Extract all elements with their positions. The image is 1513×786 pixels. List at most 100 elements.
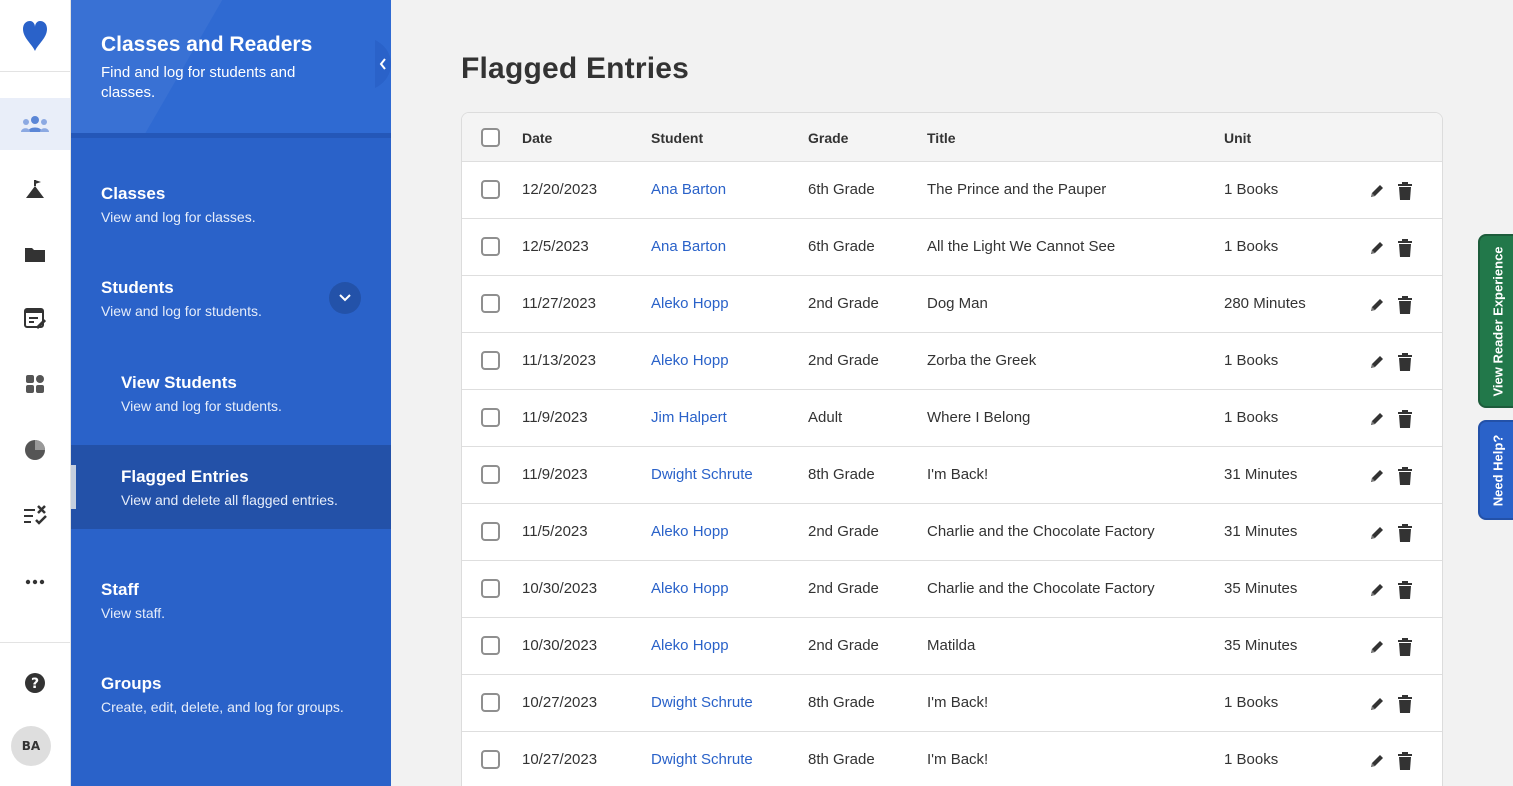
row-checkbox[interactable] bbox=[481, 294, 500, 313]
delete-trash-icon[interactable] bbox=[1396, 182, 1414, 200]
cell-title: Charlie and the Chocolate Factory bbox=[927, 580, 1155, 597]
delete-trash-icon[interactable] bbox=[1396, 752, 1414, 770]
cell-unit: 31 Minutes bbox=[1224, 466, 1298, 483]
page-title: Flagged Entries bbox=[461, 52, 690, 85]
select-all-checkbox[interactable] bbox=[481, 128, 500, 147]
row-checkbox[interactable] bbox=[481, 408, 500, 427]
student-link[interactable]: Aleko Hopp bbox=[651, 580, 729, 597]
panel-title: Classes and Readers bbox=[101, 33, 313, 56]
nav-item-groups[interactable]: Groups Create, edit, delete, and log for… bbox=[71, 660, 391, 732]
column-header-unit[interactable]: Unit bbox=[1224, 130, 1251, 146]
delete-trash-icon[interactable] bbox=[1396, 524, 1414, 542]
cell-unit: 1 Books bbox=[1224, 751, 1279, 768]
cell-grade: 6th Grade bbox=[808, 181, 875, 198]
nav-item-label: Classes bbox=[101, 184, 166, 203]
cell-unit: 1 Books bbox=[1224, 409, 1279, 426]
cell-grade: 8th Grade bbox=[808, 466, 875, 483]
table-row: 11/27/2023 Aleko Hopp 2nd Grade Dog Man 280 … bbox=[462, 275, 1442, 332]
student-link[interactable]: Aleko Hopp bbox=[651, 523, 729, 540]
edit-pencil-icon[interactable] bbox=[1368, 638, 1386, 656]
cell-date: 10/30/2023 bbox=[522, 580, 598, 597]
row-checkbox[interactable] bbox=[481, 465, 500, 484]
view-reader-experience-tab[interactable]: View Reader Experience bbox=[1478, 234, 1513, 408]
row-checkbox[interactable] bbox=[481, 180, 500, 199]
rail-divider bbox=[0, 642, 70, 643]
edit-pencil-icon[interactable] bbox=[1368, 752, 1386, 770]
avatar[interactable]: BA bbox=[11, 726, 51, 766]
edit-pencil-icon[interactable] bbox=[1368, 182, 1386, 200]
row-checkbox[interactable] bbox=[481, 693, 500, 712]
row-checkbox[interactable] bbox=[481, 636, 500, 655]
delete-trash-icon[interactable] bbox=[1396, 581, 1414, 599]
cell-unit: 1 Books bbox=[1224, 181, 1279, 198]
cell-grade: 2nd Grade bbox=[808, 352, 879, 369]
column-header-title[interactable]: Title bbox=[927, 130, 956, 146]
delete-trash-icon[interactable] bbox=[1396, 695, 1414, 713]
delete-trash-icon[interactable] bbox=[1396, 467, 1414, 485]
table-row: 12/5/2023 Ana Barton 6th Grade All the Ligh… bbox=[462, 218, 1442, 275]
nav-item-students[interactable]: Students View and log for students. bbox=[71, 265, 391, 337]
reports-icon[interactable] bbox=[0, 424, 70, 476]
column-header-date[interactable]: Date bbox=[522, 130, 552, 146]
nav-item-flagged-entries[interactable]: Flagged Entries View and delete all flag… bbox=[71, 445, 391, 529]
student-link[interactable]: Ana Barton bbox=[651, 238, 726, 255]
column-header-grade[interactable]: Grade bbox=[808, 130, 848, 146]
table-row: 10/27/2023 Dwight Schrute 8th Grade I'm Bac… bbox=[462, 731, 1442, 786]
row-checkbox[interactable] bbox=[481, 522, 500, 541]
student-link[interactable]: Aleko Hopp bbox=[651, 637, 729, 654]
delete-trash-icon[interactable] bbox=[1396, 239, 1414, 257]
delete-trash-icon[interactable] bbox=[1396, 410, 1414, 428]
edit-pencil-icon[interactable] bbox=[1368, 467, 1386, 485]
nav-item-label: Staff bbox=[101, 580, 139, 599]
nav-item-classes[interactable]: Classes View and log for classes. bbox=[71, 170, 391, 242]
column-header-student[interactable]: Student bbox=[651, 130, 703, 146]
edit-pencil-icon[interactable] bbox=[1368, 695, 1386, 713]
help-icon[interactable]: ? bbox=[0, 657, 70, 709]
nav-item-view-students[interactable]: View Students View and log for students. bbox=[71, 360, 391, 432]
edit-pencil-icon[interactable] bbox=[1368, 524, 1386, 542]
student-link[interactable]: Jim Halpert bbox=[651, 409, 727, 426]
student-link[interactable]: Aleko Hopp bbox=[651, 295, 729, 312]
edit-pencil-icon[interactable] bbox=[1368, 296, 1386, 314]
delete-trash-icon[interactable] bbox=[1396, 353, 1414, 371]
dashboard-icon[interactable] bbox=[0, 358, 70, 410]
folder-icon[interactable] bbox=[0, 228, 70, 280]
edit-pencil-icon[interactable] bbox=[1368, 410, 1386, 428]
chevron-down-icon[interactable] bbox=[329, 282, 361, 314]
log-icon[interactable] bbox=[0, 293, 70, 345]
readers-icon[interactable] bbox=[0, 98, 70, 150]
row-checkbox[interactable] bbox=[481, 237, 500, 256]
edit-pencil-icon[interactable] bbox=[1368, 353, 1386, 371]
collapse-panel-button[interactable] bbox=[375, 40, 403, 88]
student-link[interactable]: Ana Barton bbox=[651, 181, 726, 198]
table-row: 10/30/2023 Aleko Hopp 2nd Grade Charlie and… bbox=[462, 560, 1442, 617]
table-row: 11/9/2023 Dwight Schrute 8th Grade I'm Back… bbox=[462, 446, 1442, 503]
cell-unit: 35 Minutes bbox=[1224, 580, 1298, 597]
tasks-icon[interactable] bbox=[0, 490, 70, 542]
row-checkbox[interactable] bbox=[481, 579, 500, 598]
panel-subtitle: Find and log for students and classes. bbox=[101, 64, 296, 101]
edit-pencil-icon[interactable] bbox=[1368, 239, 1386, 257]
row-checkbox[interactable] bbox=[481, 750, 500, 769]
cell-title: The Prince and the Pauper bbox=[927, 181, 1107, 198]
row-checkbox[interactable] bbox=[481, 351, 500, 370]
student-link[interactable]: Aleko Hopp bbox=[651, 352, 729, 369]
cell-title: I'm Back! bbox=[927, 751, 989, 768]
heart-logo-icon[interactable] bbox=[0, 0, 70, 72]
delete-trash-icon[interactable] bbox=[1396, 638, 1414, 656]
cell-grade: 8th Grade bbox=[808, 694, 875, 711]
challenges-icon[interactable] bbox=[0, 163, 70, 215]
panel-header: Classes and Readers Find and log for stu… bbox=[71, 0, 391, 138]
need-help-tab[interactable]: Need Help? bbox=[1478, 420, 1513, 520]
nav-item-desc: Create, edit, delete, and log for groups… bbox=[101, 699, 344, 715]
nav-item-staff[interactable]: Staff View staff. bbox=[71, 566, 391, 638]
more-icon[interactable] bbox=[0, 556, 70, 608]
edit-pencil-icon[interactable] bbox=[1368, 581, 1386, 599]
student-link[interactable]: Dwight Schrute bbox=[651, 466, 753, 483]
nav-item-label: Flagged Entries bbox=[121, 467, 249, 486]
student-link[interactable]: Dwight Schrute bbox=[651, 751, 753, 768]
cell-date: 11/5/2023 bbox=[522, 523, 588, 540]
cell-unit: 35 Minutes bbox=[1224, 637, 1298, 654]
student-link[interactable]: Dwight Schrute bbox=[651, 694, 753, 711]
delete-trash-icon[interactable] bbox=[1396, 296, 1414, 314]
